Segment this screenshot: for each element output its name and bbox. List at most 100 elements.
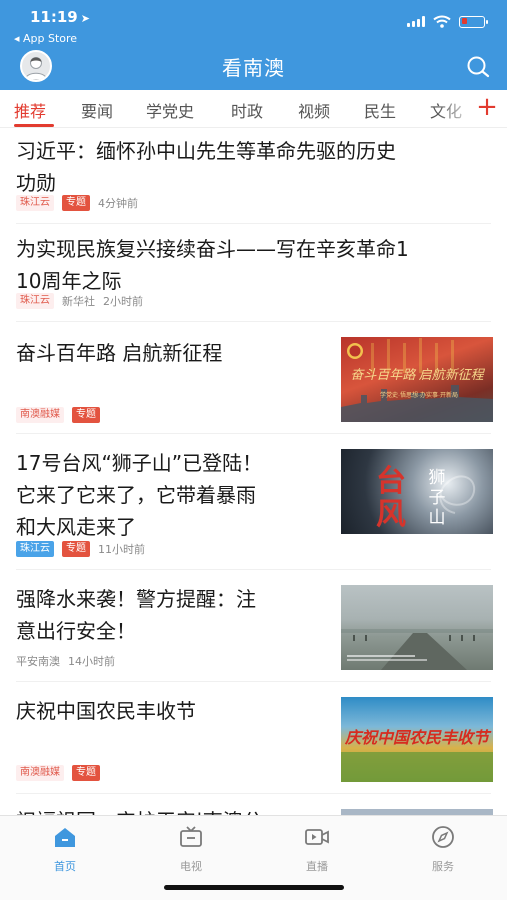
news-title-line: 它来了它来了，它带着暴雨 (16, 483, 256, 507)
tab-politics[interactable]: 时政 (231, 98, 263, 122)
thumb-caption: 台 (376, 464, 406, 498)
tab-video[interactable]: 视频 (298, 98, 330, 122)
active-tab-indicator (14, 124, 54, 127)
tab-headlines[interactable]: 要闻 (81, 98, 113, 122)
tab-party-history[interactable]: 学党史 (146, 98, 194, 122)
nav-services[interactable]: 服务 (403, 824, 483, 874)
thumbnail-art: 台 风 狮 子 山 (376, 464, 476, 531)
news-title: 强降水来袭！警方提醒：注 意出行安全！ (16, 583, 256, 647)
news-thumbnail: 台 风 狮 子 山 (341, 449, 493, 534)
news-feed: 习近平：缅怀孙中山先生等革命先驱的历史 功勋 珠江云 专题 4分钟前 为实现民族… (0, 129, 507, 815)
news-title: 17号台风“狮子山”已登陆！ 它来了它来了，它带着暴雨 和大风走来了 (16, 447, 262, 543)
location-arrow-icon: ➤ (80, 12, 90, 25)
news-thumbnail (341, 585, 493, 670)
nav-tv[interactable]: 电视 (151, 824, 231, 874)
source-tag: 珠江云 (16, 541, 54, 557)
news-meta: 南澳融媒 专题 (16, 765, 100, 781)
nav-tv-label: 电视 (180, 860, 202, 873)
app-title: 看南澳 (222, 56, 285, 80)
status-time: 11:19 ➤ (30, 8, 90, 26)
thumb-caption: 风 (376, 498, 406, 531)
news-title-line: 强降水来袭！警方提醒：注 (16, 587, 256, 611)
news-title: 祝福祖国，守护平安|南澳公 (16, 805, 263, 815)
thumb-caption: 子 (429, 488, 446, 507)
home-icon (55, 828, 75, 847)
news-thumbnail: 庆祝中国农民丰收节 (341, 697, 493, 782)
nav-live-label: 直播 (306, 860, 328, 873)
category-tabs: 推荐 要闻 学党史 时政 视频 民生 文化 + (0, 90, 507, 128)
nav-home-label: 首页 (54, 860, 76, 873)
news-item[interactable]: 奋斗百年路 启航新征程 南澳融媒 专题 奋斗百年路 启航新征程 学党史·悟思想·… (0, 323, 507, 435)
home-indicator[interactable] (164, 885, 344, 890)
nav-services-label: 服务 (432, 860, 454, 873)
source-tag: 珠江云 (16, 195, 54, 211)
news-item[interactable]: 强降水来袭！警方提醒：注 意出行安全！ 平安南澳 14小时前 (0, 571, 507, 683)
source-tag: 南澳融媒 (16, 407, 64, 423)
news-time: 14小时前 (68, 655, 115, 668)
news-time: 11小时前 (98, 543, 145, 556)
news-item[interactable]: 为实现民族复兴接续奋斗——写在辛亥革命1 10周年之际 珠江云 新华社 2小时前 (0, 225, 507, 323)
news-meta: 珠江云 专题 11小时前 (16, 541, 145, 557)
nav-live[interactable]: 直播 (277, 824, 357, 874)
wifi-icon (433, 15, 451, 28)
news-item[interactable]: 习近平：缅怀孙中山先生等革命先驱的历史 功勋 珠江云 专题 4分钟前 (0, 129, 507, 225)
topic-tag: 专题 (62, 195, 90, 211)
thumbnail-art: 奋斗百年路 启航新征程 学党史·悟思想·办实事·开新局 (341, 338, 493, 422)
thumb-caption: 山 (429, 508, 446, 527)
news-meta: 平安南澳 14小时前 (16, 653, 115, 669)
source-tag: 珠江云 (16, 293, 54, 309)
news-time: 4分钟前 (98, 197, 138, 210)
top-bar: 11:19 ➤ ◂ App Store 看南澳 (0, 0, 507, 90)
thumb-caption: 奋斗百年路 启航新征程 (350, 367, 485, 382)
news-meta: 南澳融媒 专题 (16, 407, 100, 423)
news-title-line: 祝福祖国，守护平安|南澳公 (16, 805, 263, 815)
tv-icon (180, 826, 202, 847)
live-video-icon (305, 829, 329, 845)
news-publisher: 新华社 (62, 295, 95, 308)
news-title: 习近平：缅怀孙中山先生等革命先驱的历史 功勋 (16, 135, 396, 199)
news-title-line: 17号台风“狮子山”已登陆！ (16, 451, 263, 475)
compass-icon (432, 826, 454, 848)
news-meta: 珠江云 专题 4分钟前 (16, 195, 138, 211)
search-icon[interactable] (465, 54, 491, 80)
news-item[interactable]: 17号台风“狮子山”已登陆！ 它来了它来了，它带着暴雨 和大风走来了 珠江云 专… (0, 435, 507, 571)
cellular-signal-icon (407, 16, 425, 27)
news-title-line: 庆祝中国农民丰收节 (16, 699, 196, 723)
topic-tag: 专题 (72, 407, 100, 423)
divider (16, 433, 491, 434)
tab-livelihood[interactable]: 民生 (364, 98, 396, 122)
thumb-caption: 狮 (429, 468, 446, 487)
divider (16, 681, 491, 682)
divider (16, 793, 491, 794)
divider (16, 321, 491, 322)
news-title: 奋斗百年路 启航新征程 (16, 337, 222, 369)
news-item[interactable]: 庆祝中国农民丰收节 南澳融媒 专题 庆祝中国农民丰收节 (0, 683, 507, 795)
topic-tag: 专题 (62, 541, 90, 557)
thumbnail-art: 庆祝中国农民丰收节 (341, 729, 493, 782)
news-title: 庆祝中国农民丰收节 (16, 695, 196, 727)
news-thumbnail: 奋斗百年路 启航新征程 学党史·悟思想·办实事·开新局 (341, 337, 493, 422)
source-tag: 南澳融媒 (16, 765, 64, 781)
divider (16, 223, 491, 224)
add-channel-button[interactable]: + (467, 90, 507, 127)
divider (16, 569, 491, 570)
news-title-line: 奋斗百年路 启航新征程 (16, 341, 223, 365)
news-source: 平安南澳 (16, 655, 60, 668)
status-indicators (407, 15, 488, 28)
news-title-line: 习近平：缅怀孙中山先生等革命先驱的历史 (16, 139, 396, 163)
battery-icon (459, 15, 488, 28)
news-title-line: 意出行安全！ (16, 619, 136, 643)
news-time: 2小时前 (103, 295, 143, 308)
topic-tag: 专题 (72, 765, 100, 781)
news-title-line: 为实现民族复兴接续奋斗——写在辛亥革命1 (16, 237, 409, 261)
thumbnail-art (341, 629, 493, 670)
tab-recommend[interactable]: 推荐 (14, 98, 46, 122)
status-time-text: 11:19 (30, 8, 78, 26)
news-item[interactable]: 祝福祖国，守护平安|南澳公 (0, 795, 507, 815)
news-meta: 珠江云 新华社 2小时前 (16, 293, 143, 309)
back-to-app-store-link[interactable]: ◂ App Store (14, 32, 77, 45)
thumb-caption: 庆祝中国农民丰收节 (344, 729, 492, 747)
nav-home[interactable]: 首页 (25, 824, 105, 874)
news-title: 为实现民族复兴接续奋斗——写在辛亥革命1 10周年之际 (16, 233, 409, 297)
news-title-line: 和大风走来了 (16, 515, 136, 539)
